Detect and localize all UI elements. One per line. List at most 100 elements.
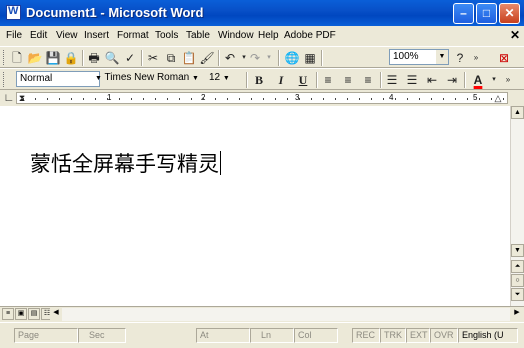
document-area[interactable]: 蒙恬全屏幕手写精灵 <box>0 106 510 306</box>
status-ext[interactable]: EXT <box>406 328 430 343</box>
permission-icon[interactable]: 🔒 <box>63 50 79 66</box>
font-color-button[interactable]: A <box>470 72 486 88</box>
ruler-tick <box>347 98 348 100</box>
numbering-icon[interactable]: ☰ <box>384 72 400 88</box>
ruler-tick <box>275 98 276 100</box>
close-button[interactable]: ✕ <box>499 3 520 24</box>
separator <box>316 72 318 88</box>
separator <box>278 50 280 66</box>
redo-dropdown-icon[interactable]: ▾ <box>261 50 277 66</box>
menu-table[interactable]: Table <box>186 30 210 41</box>
scroll-left-icon[interactable]: ◀ <box>50 308 62 320</box>
cut-icon[interactable]: ✂ <box>145 50 161 66</box>
vertical-scrollbar[interactable]: ▲ ▼ ⏶ ○ ⏷ <box>510 106 524 306</box>
status-section: Sec <box>78 328 126 343</box>
ruler-tick <box>263 98 264 100</box>
help-icon[interactable]: ? <box>452 50 468 66</box>
separator <box>246 72 248 88</box>
spelling-icon[interactable]: ✓ <box>122 50 138 66</box>
toolbar-options-icon[interactable]: » <box>500 72 516 88</box>
toolbar-grip[interactable] <box>3 50 7 65</box>
status-language[interactable]: English (U <box>458 328 518 343</box>
new-document-icon[interactable]: 🗋 <box>9 50 25 66</box>
open-folder-icon[interactable]: 📂 <box>27 50 43 66</box>
toolbar-options-icon[interactable]: » <box>468 50 484 66</box>
decrease-indent-icon[interactable]: ⇤ <box>424 72 440 88</box>
ruler-number: 4 <box>389 93 394 102</box>
status-trk[interactable]: TRK <box>380 328 406 343</box>
hyperlink-icon[interactable]: 🌐 <box>284 50 300 66</box>
minimize-button[interactable]: – <box>453 3 474 24</box>
status-bar: Page Sec At Ln Col REC TRK EXT OVR Engli… <box>0 322 524 348</box>
next-page-icon[interactable]: ⏷ <box>511 288 524 301</box>
tables-borders-icon[interactable]: ▦ <box>302 50 318 66</box>
copy-icon[interactable]: ⧉ <box>163 50 179 66</box>
ruler-tick <box>191 98 192 100</box>
zoom-select[interactable]: 100% ▼ <box>389 49 449 65</box>
align-center-icon[interactable]: ≡ <box>340 72 356 88</box>
menu-edit[interactable]: Edit <box>30 30 47 41</box>
menu-insert[interactable]: Insert <box>84 30 109 41</box>
menu-tools[interactable]: Tools <box>155 30 178 41</box>
ruler-tick <box>251 98 252 100</box>
menu-view[interactable]: View <box>56 30 78 41</box>
save-icon[interactable]: 💾 <box>45 50 61 66</box>
document-text[interactable]: 蒙恬全屏幕手写精灵 <box>30 148 221 178</box>
horizontal-ruler[interactable]: ∟ 1 2 3 4 5 ⧗ △ <box>0 90 524 106</box>
menu-window[interactable]: Window <box>218 30 254 41</box>
italic-button[interactable]: I <box>273 72 289 88</box>
ruler-tick <box>431 98 432 100</box>
indent-marker-icon[interactable]: ⧗ <box>14 90 30 106</box>
scroll-right-icon[interactable]: ▶ <box>511 308 523 320</box>
word-app-icon[interactable] <box>6 5 21 20</box>
adobe-pdf-icon[interactable]: ⊠ <box>496 50 512 66</box>
previous-page-icon[interactable]: ⏶ <box>511 260 524 273</box>
ruler-tick <box>95 98 96 100</box>
status-rec[interactable]: REC <box>352 328 380 343</box>
ruler-tick <box>143 98 144 100</box>
web-layout-icon[interactable]: ▣ <box>15 308 27 320</box>
separator <box>218 50 220 66</box>
chevron-down-icon: ▼ <box>222 75 230 82</box>
doc-close-icon[interactable]: ✕ <box>510 28 520 42</box>
increase-indent-icon[interactable]: ⇥ <box>444 72 460 88</box>
right-indent-marker-icon[interactable]: △ <box>490 90 506 106</box>
title-bar[interactable]: Document1 - Microsoft Word – □ ✕ <box>0 0 524 26</box>
ruler-tick <box>203 98 204 100</box>
bold-button[interactable]: B <box>251 72 267 88</box>
horizontal-scrollbar[interactable] <box>62 308 510 321</box>
font-size-select[interactable]: 12 ▼ <box>206 71 238 87</box>
align-left-icon[interactable]: ≡ <box>320 72 336 88</box>
print-layout-icon[interactable]: ▤ <box>28 308 40 320</box>
menu-adobe-pdf[interactable]: Adobe PDF <box>284 30 336 41</box>
menu-file[interactable]: File <box>6 30 22 41</box>
toolbar-grip[interactable] <box>3 72 7 87</box>
scroll-up-icon[interactable]: ▲ <box>511 106 524 119</box>
select-browse-object-icon[interactable]: ○ <box>511 274 524 287</box>
print-preview-icon[interactable]: 🔍 <box>104 50 120 66</box>
underline-button[interactable]: U <box>295 72 311 88</box>
maximize-button[interactable]: □ <box>476 3 497 24</box>
menu-bar: File Edit View Insert Format Tools Table… <box>0 26 524 46</box>
style-select[interactable]: Normal <box>16 71 100 87</box>
bullets-icon[interactable]: ☰ <box>404 72 420 88</box>
format-painter-icon[interactable]: 🖌 <box>199 50 215 66</box>
ruler-tick <box>479 98 480 100</box>
ruler-number: 5 <box>473 93 478 102</box>
menu-help[interactable]: Help <box>258 30 279 41</box>
menu-format[interactable]: Format <box>117 30 149 41</box>
normal-view-icon[interactable]: ≡ <box>2 308 14 320</box>
status-line: Ln <box>250 328 294 343</box>
chevron-down-icon: ▼ <box>191 75 199 82</box>
status-ovr[interactable]: OVR <box>430 328 458 343</box>
ruler-tick <box>395 98 396 100</box>
ruler-tick <box>323 98 324 100</box>
font-select[interactable]: ▼ Times New Roman ▼ <box>92 71 210 87</box>
scroll-down-icon[interactable]: ▼ <box>511 244 524 257</box>
align-right-icon[interactable]: ≡ <box>360 72 376 88</box>
print-icon[interactable]: 🖶 <box>86 50 102 66</box>
ruler-tick <box>443 98 444 100</box>
separator <box>321 50 323 66</box>
paste-icon[interactable]: 📋 <box>181 50 197 66</box>
separator <box>141 50 143 66</box>
